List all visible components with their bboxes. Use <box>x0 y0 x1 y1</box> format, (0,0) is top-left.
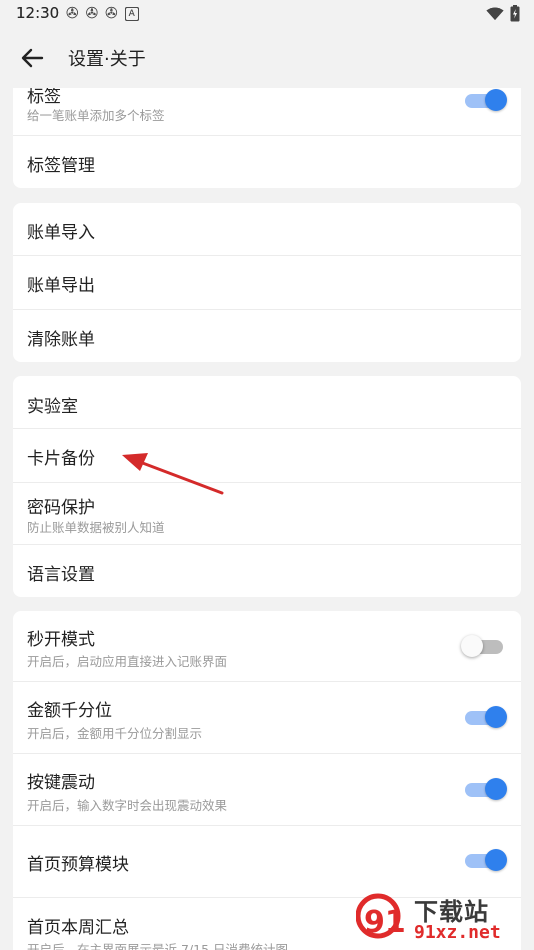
setting-title: 按键震动 <box>27 773 95 793</box>
tags-card: 标签 给一笔账单添加多个标签 标签管理 <box>13 74 521 188</box>
watermark-logo-text: 91 <box>364 905 406 940</box>
instant-open-toggle[interactable] <box>461 635 503 657</box>
home-budget-toggle[interactable] <box>465 849 507 871</box>
setting-title: 清除账单 <box>27 330 95 350</box>
setting-title: 首页本周汇总 <box>27 918 129 938</box>
setting-title: 金额千分位 <box>27 701 112 721</box>
watermark: 91 下载站 91xz.net <box>356 890 530 948</box>
setting-title: 实验室 <box>27 397 78 417</box>
setting-subtitle: 开启后，启动应用直接进入记账界面 <box>27 654 228 669</box>
annotation-arrow <box>122 453 224 495</box>
watermark-logo: 91 <box>356 893 406 940</box>
battery-icon <box>510 5 520 22</box>
setting-row-lab[interactable]: 实验室 <box>13 376 521 429</box>
setting-title: 标签管理 <box>27 156 95 176</box>
setting-row-language[interactable]: 语言设置 <box>13 545 521 597</box>
misc-card: 实验室 卡片备份 密码保护 防止账单数据被别人知道 语言设置 <box>13 376 521 597</box>
setting-subtitle: 开启后，金额用千分位分割显示 <box>27 726 203 741</box>
status-time: 12:30 <box>16 4 60 22</box>
a-box-icon: A <box>124 7 139 21</box>
setting-row-key-vibration[interactable]: 按键震动 开启后，输入数字时会出现震动效果 <box>13 754 521 826</box>
setting-row-tag-management[interactable]: 标签管理 <box>13 136 521 188</box>
wifi-icon <box>486 7 504 20</box>
setting-row-bill-import[interactable]: 账单导入 <box>13 203 521 256</box>
setting-title: 卡片备份 <box>27 449 95 469</box>
setting-row-thousands-separator[interactable]: 金额千分位 开启后，金额用千分位分割显示 <box>13 682 521 754</box>
setting-row-password-protection[interactable]: 密码保护 防止账单数据被别人知道 <box>13 483 521 545</box>
bill-data-card: 账单导入 账单导出 清除账单 <box>13 203 521 362</box>
page-title: 设置·关于 <box>68 49 146 70</box>
setting-title: 账单导出 <box>27 276 95 296</box>
setting-subtitle: 给一笔账单添加多个标签 <box>27 108 165 123</box>
key-vibration-toggle[interactable] <box>465 778 507 800</box>
setting-title: 账单导入 <box>27 223 95 243</box>
pinwheel-icon: ✇ <box>66 4 79 22</box>
setting-subtitle: 开启后，输入数字时会出现震动效果 <box>27 798 228 813</box>
setting-row-card-backup[interactable]: 卡片备份 <box>13 429 521 483</box>
thousands-separator-toggle[interactable] <box>465 706 507 728</box>
setting-title: 秒开模式 <box>27 630 95 650</box>
setting-subtitle: 开启后，在主界面展示最近 7/15 日消费统计图 <box>27 942 289 950</box>
setting-title: 首页预算模块 <box>27 855 129 875</box>
tags-toggle[interactable] <box>465 89 507 111</box>
back-arrow-icon[interactable] <box>18 44 46 72</box>
setting-row-bill-export[interactable]: 账单导出 <box>13 256 521 310</box>
setting-row-instant-open[interactable]: 秒开模式 开启后，启动应用直接进入记账界面 <box>13 611 521 682</box>
pinwheel-icon: ✇ <box>105 4 118 22</box>
pinwheel-icon: ✇ <box>85 4 99 22</box>
setting-title: 密码保护 <box>27 498 95 518</box>
setting-row-home-budget[interactable]: 首页预算模块 <box>13 826 521 898</box>
setting-title: 语言设置 <box>27 565 95 585</box>
watermark-url: 91xz.net <box>414 922 501 943</box>
setting-row-clear-bills[interactable]: 清除账单 <box>13 310 521 362</box>
setting-subtitle: 防止账单数据被别人知道 <box>27 520 165 535</box>
